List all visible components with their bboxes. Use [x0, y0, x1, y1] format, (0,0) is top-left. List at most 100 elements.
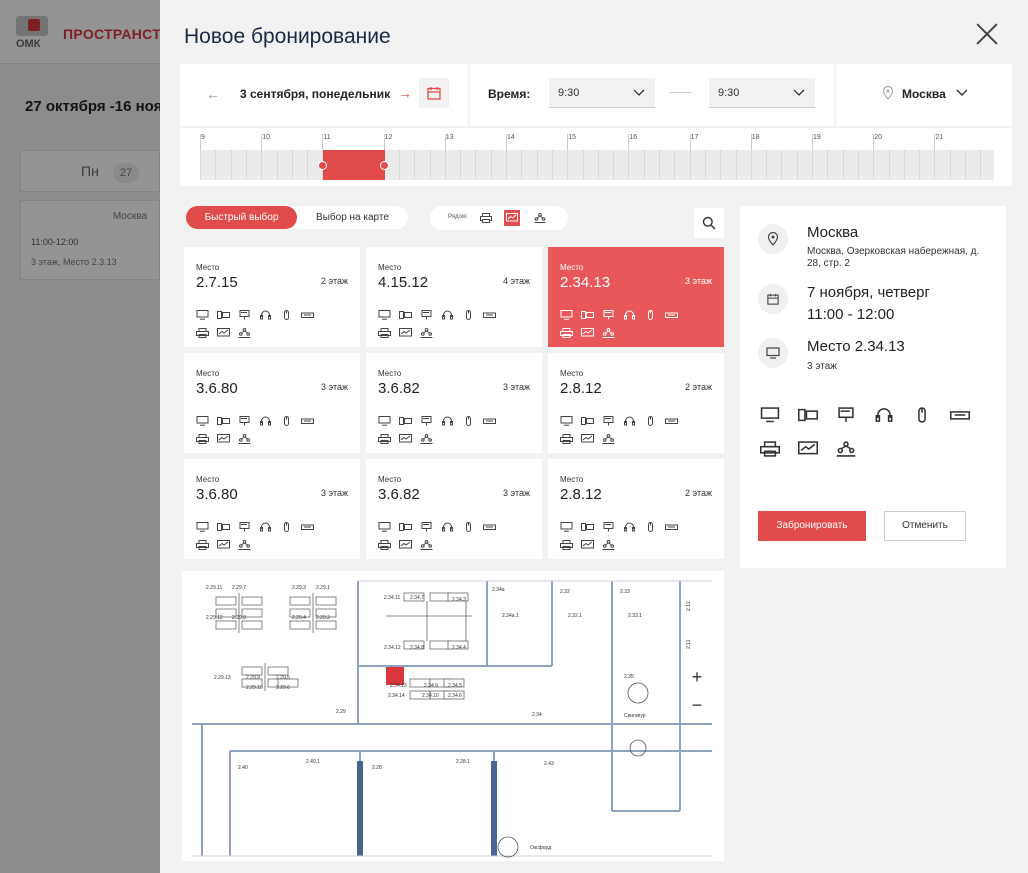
timeline-tick — [291, 150, 293, 180]
seat-card-amenities — [560, 519, 710, 555]
svg-text:2.32.1: 2.32.1 — [568, 613, 582, 619]
svg-text:2.33.1: 2.33.1 — [628, 613, 642, 619]
svg-text:2.34.5: 2.34.5 — [448, 683, 462, 689]
zoom-out-button[interactable]: − — [682, 691, 712, 719]
seat-card[interactable]: Место 3.6.82 3 этаж — [366, 353, 542, 453]
timeline-tick — [215, 150, 217, 180]
timeline-tick — [582, 150, 584, 180]
svg-text:2.34: 2.34 — [532, 712, 542, 718]
timeline-tick — [643, 150, 645, 180]
headset-icon — [623, 307, 636, 320]
mouse-icon — [644, 413, 657, 426]
svg-text:2.34.4: 2.34.4 — [452, 645, 466, 651]
board-icon[interactable] — [504, 210, 520, 226]
timeline-hour-label: 11 — [323, 134, 331, 141]
city-select[interactable]: Москва — [902, 87, 946, 101]
keyboard-icon — [950, 406, 970, 424]
team-icon — [836, 440, 856, 458]
headset-icon — [623, 413, 636, 426]
cancel-button[interactable]: Отменить — [884, 511, 966, 541]
seat-card[interactable]: Место 4.15.12 4 этаж — [366, 247, 542, 347]
timeline-hour-label: 21 — [935, 134, 944, 141]
seat-card-title: Место — [196, 369, 220, 378]
team-icon — [602, 537, 615, 550]
timeline-hour-label: 9 — [201, 134, 205, 141]
timeline-tick — [812, 150, 813, 180]
team-icon[interactable] — [532, 210, 548, 226]
board-icon — [217, 325, 230, 337]
timeline-tick — [873, 150, 875, 180]
timeline-tick — [245, 150, 247, 180]
board-icon — [798, 440, 818, 458]
timeline-selection[interactable] — [323, 150, 385, 180]
seat-card-title: Место — [560, 369, 584, 378]
tab-quick-select[interactable]: Быстрый выбор — [186, 206, 297, 229]
timeline-hour-label: 10 — [262, 134, 270, 141]
board-icon — [581, 325, 594, 337]
seat-card-id: 2.8.12 — [560, 486, 602, 503]
seat-card[interactable]: Место 2.7.15 2 этаж — [184, 247, 360, 347]
timeline-tick — [720, 150, 722, 180]
keyboard-icon — [301, 519, 314, 530]
seat-card-amenities — [196, 519, 346, 555]
seat-card[interactable]: Место 2.8.12 2 этаж — [548, 459, 724, 559]
book-button[interactable]: Забронировать — [758, 511, 866, 541]
timeline-tick — [506, 150, 507, 180]
tab-map-select[interactable]: Выбор на карте — [297, 206, 408, 229]
details-city: Москва — [807, 224, 859, 241]
timeline-tick — [613, 150, 615, 180]
mouse-icon — [644, 519, 657, 532]
search-button[interactable] — [694, 208, 724, 238]
seat-card-floor: 3 этаж — [503, 382, 530, 392]
time-from-select[interactable]: 9:30 — [549, 78, 655, 108]
svg-text:2.40: 2.40 — [238, 765, 248, 771]
headset-icon — [623, 519, 636, 532]
timeline-tick — [980, 150, 982, 180]
printer-icon — [378, 537, 391, 550]
time-range-slider[interactable]: 9 10 11 12 13 14 15 16 17 18 19 20 21 — [180, 128, 1012, 186]
timeline-hour-line — [383, 134, 385, 150]
calendar-button[interactable] — [419, 78, 449, 108]
printer-icon[interactable] — [478, 210, 494, 226]
timeline-tick — [307, 150, 309, 180]
time-to-select[interactable]: 9:30 — [709, 78, 815, 108]
mouse-icon — [280, 413, 293, 426]
prev-date-icon[interactable]: ← — [206, 86, 220, 102]
timeline-end-handle[interactable] — [379, 161, 389, 170]
seat-card[interactable]: Место 3.6.82 3 этаж — [366, 459, 542, 559]
near-label: Рядом: — [448, 214, 468, 220]
timeline-tick — [200, 150, 201, 180]
timeline-hour-line — [567, 134, 569, 150]
zoom-in-button[interactable]: + — [682, 663, 712, 691]
svg-text:2.29.2: 2.29.2 — [316, 615, 330, 621]
board-icon — [581, 537, 594, 549]
close-icon[interactable] — [975, 22, 999, 46]
timeline-hour-line — [812, 134, 813, 150]
seat-card[interactable]: Место 3.6.80 3 этаж — [184, 353, 360, 453]
floor-plan-svg[interactable]: 2.29.11 2.29.7 2.29.3 2.29.1 2.29.12 2.29.8… — [182, 571, 724, 861]
team-icon — [420, 537, 433, 550]
mouse-icon — [462, 413, 475, 426]
next-date-icon[interactable]: → — [398, 85, 412, 101]
floor-plan-map[interactable]: 2.29.11 2.29.7 2.29.3 2.29.1 2.29.12 2.29.8… — [182, 571, 724, 861]
chevron-down-icon[interactable] — [955, 87, 969, 99]
location-pin-icon — [882, 86, 894, 100]
laptop-icon — [217, 519, 230, 531]
seat-card[interactable]: Место 2.8.12 2 этаж — [548, 353, 724, 453]
headset-icon — [441, 307, 454, 320]
details-floor: 3 этаж — [807, 361, 837, 372]
phone-icon — [420, 413, 433, 426]
timeline-tick — [460, 150, 462, 180]
monitor-icon — [758, 338, 788, 368]
svg-text:Сингапур: Сингапур — [624, 713, 646, 719]
svg-text:2.34.14: 2.34.14 — [388, 693, 405, 699]
time-to-value: 9:30 — [718, 87, 740, 99]
mouse-icon — [912, 406, 932, 424]
timeline-tick — [766, 150, 768, 180]
seat-card-selected[interactable]: Место 2.34.13 3 этаж — [548, 247, 724, 347]
seat-card-id: 4.15.12 — [378, 274, 429, 291]
timeline-tick — [735, 150, 737, 180]
seat-card[interactable]: Место 3.6.80 3 этаж — [184, 459, 360, 559]
headset-icon — [441, 519, 454, 532]
timeline-hour-line — [873, 134, 875, 150]
